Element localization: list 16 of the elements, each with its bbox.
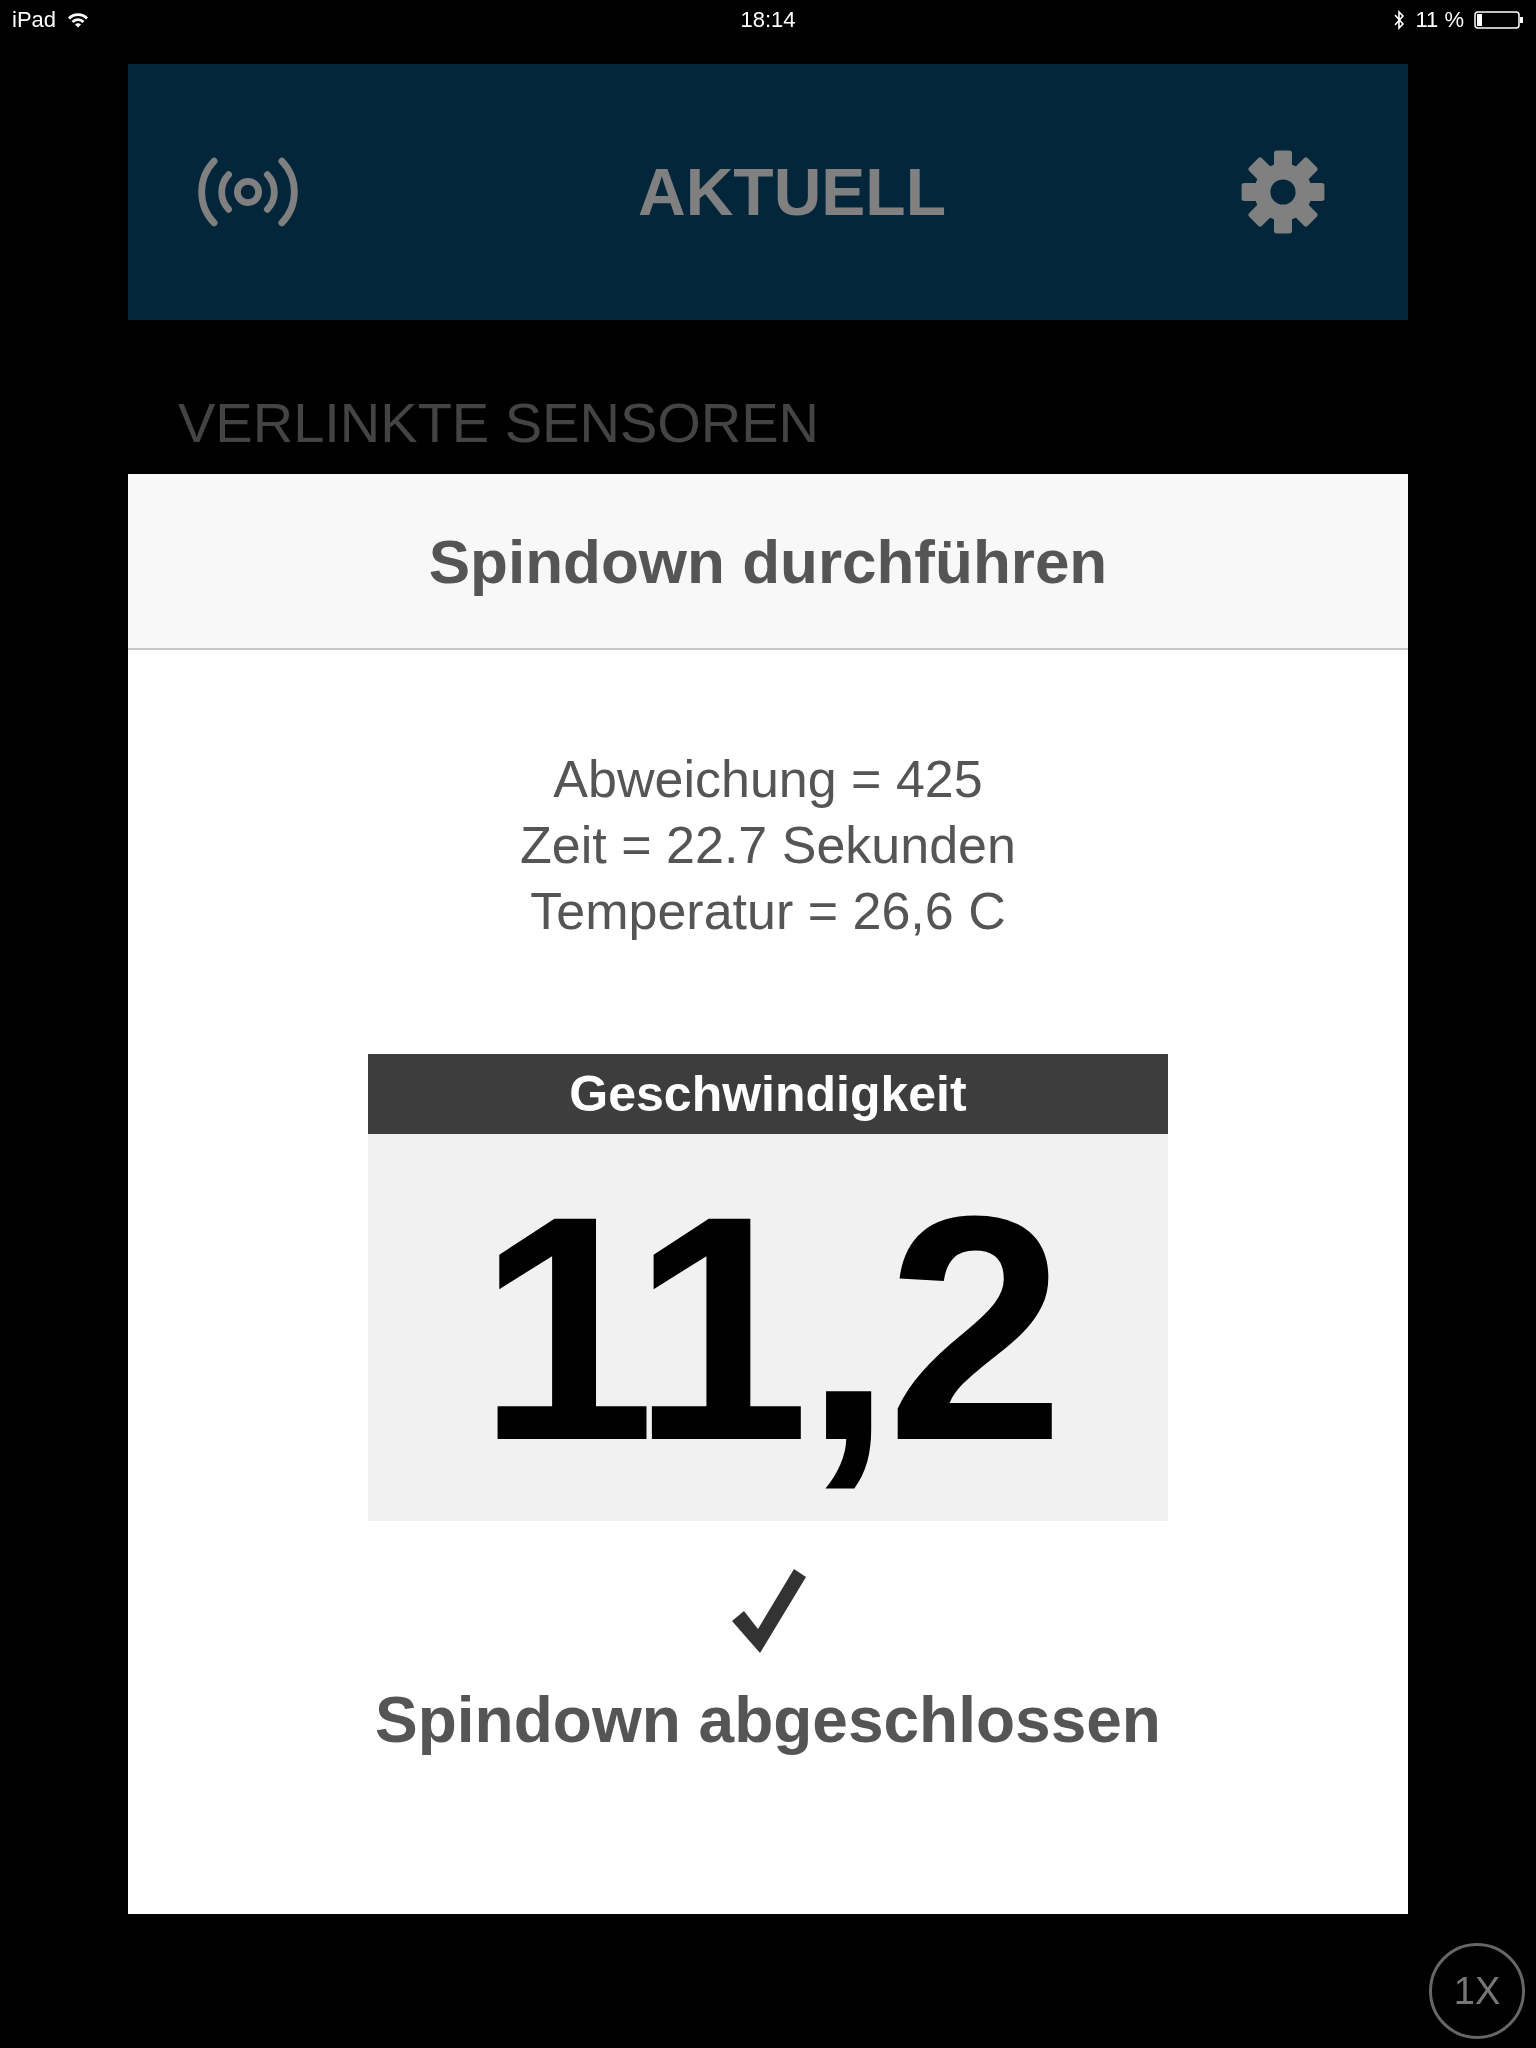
status-message: Spindown abgeschlossen [375,1683,1161,1757]
header-title: AKTUELL [638,154,946,230]
info-line: Zeit = 22.7 Sekunden [520,815,1016,876]
speed-label: Geschwindigkeit [368,1054,1168,1134]
battery-percent: 11 % [1415,7,1464,33]
speed-value: 11,2 [368,1134,1168,1521]
section-label: VERLINKTE SENSOREN [177,390,821,456]
battery-icon [1474,10,1524,30]
dialog-title: Spindown durchführen [128,474,1408,650]
info-line: Temperatur = 26,6 C [530,881,1006,942]
device-name: iPad [12,7,57,33]
status-time: 18:14 [740,7,796,33]
info-line: Abweichung = 425 [553,749,983,810]
bluetooth-icon [1393,10,1406,30]
zoom-button[interactable]: 1X [1429,1943,1525,2039]
wifi-icon [66,11,91,29]
